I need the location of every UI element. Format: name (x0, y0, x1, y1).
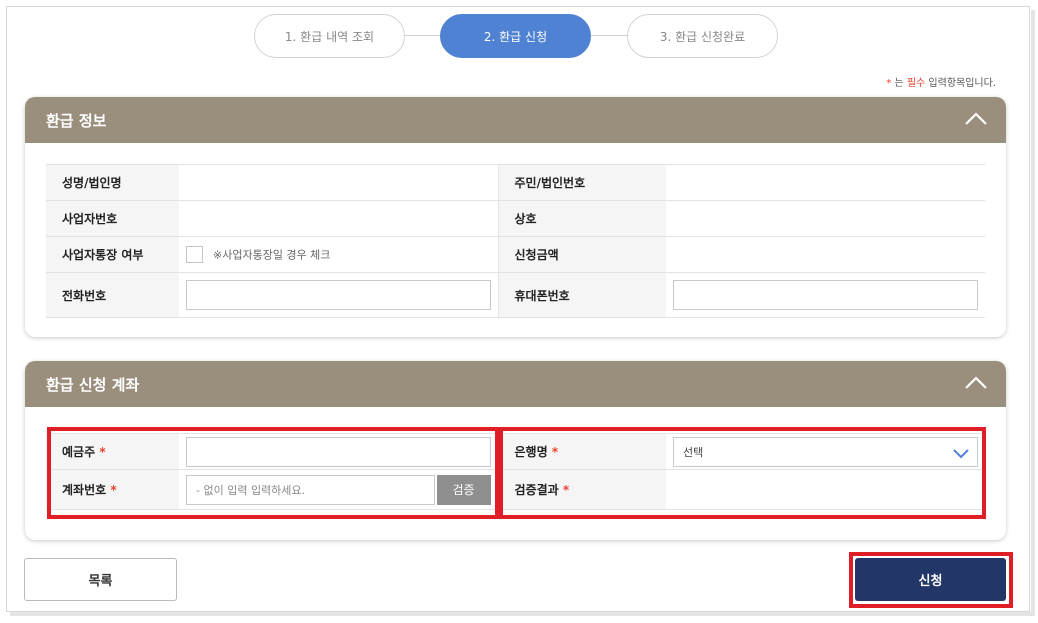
mobile-cell (666, 272, 985, 318)
name-value (179, 164, 499, 201)
trade-name-value (666, 200, 985, 237)
refund-info-header[interactable]: 환급 정보 (25, 97, 1006, 143)
step-connector (591, 35, 627, 36)
business-number-label: 사업자번호 (46, 200, 179, 237)
frame-shadow-right (1031, 10, 1035, 614)
business-account-note: ※사업자통장일 경우 체크 (213, 248, 331, 262)
frame-shadow-bottom (10, 612, 1035, 616)
table-row: 성명/법인명 주민/법인번호 (46, 164, 985, 201)
required-note-suffix: 입력항목입니다. (925, 78, 996, 89)
chevron-up-icon[interactable] (964, 373, 988, 393)
step-2-active: 2. 환급 신청 (440, 14, 591, 58)
chevron-up-icon[interactable] (964, 109, 988, 129)
refund-info-table: 성명/법인명 주민/법인번호 사업자번호 상호 사업자통장 여부 ※사업자통장일… (46, 164, 985, 318)
phone-label: 전화번호 (46, 272, 179, 318)
step-3: 3. 환급 신청완료 (627, 14, 778, 58)
trade-name-label: 상호 (498, 200, 666, 237)
refund-info-body: 성명/법인명 주민/법인번호 사업자번호 상호 사업자통장 여부 ※사업자통장일… (46, 164, 985, 318)
phone-input[interactable] (186, 280, 491, 310)
required-keyword: 필수 (906, 78, 926, 89)
refund-account-header[interactable]: 환급 신청 계좌 (25, 361, 1006, 407)
mobile-input[interactable] (673, 280, 978, 310)
refund-info-title: 환급 정보 (46, 111, 107, 130)
table-row: 전화번호 휴대폰번호 (46, 272, 985, 318)
name-label: 성명/법인명 (46, 164, 179, 201)
step-indicator: 1. 환급 내역 조회 2. 환급 신청 3. 환급 신청완료 (0, 14, 1038, 58)
refund-account-title: 환급 신청 계좌 (46, 375, 140, 394)
phone-cell (179, 272, 499, 318)
id-number-value (666, 164, 985, 201)
refund-info-panel: 환급 정보 성명/법인명 주민/법인번호 사업자번호 상호 사업자통장 여부 ※… (25, 97, 1006, 337)
requested-amount-label: 신청금액 (498, 236, 666, 273)
apply-button[interactable]: 신청 (855, 558, 1006, 601)
highlight-box-left (47, 427, 499, 519)
list-button[interactable]: 목록 (24, 558, 177, 601)
id-number-label: 주민/법인번호 (498, 164, 666, 201)
business-account-cell: ※사업자통장일 경우 체크 (179, 236, 499, 273)
requested-amount-value (666, 236, 985, 273)
table-row: 사업자통장 여부 ※사업자통장일 경우 체크 신청금액 (46, 236, 985, 273)
business-account-checkbox[interactable] (186, 246, 203, 263)
highlight-box-right (499, 427, 986, 519)
mobile-label: 휴대폰번호 (498, 272, 666, 318)
business-account-label: 사업자통장 여부 (46, 236, 179, 273)
required-fields-note: * 는 필수 입력항목입니다. (886, 74, 996, 89)
business-number-value (179, 200, 499, 237)
table-row: 사업자번호 상호 (46, 200, 985, 237)
step-connector (405, 35, 440, 36)
step-1: 1. 환급 내역 조회 (254, 14, 405, 58)
required-note-prefix: 는 (891, 78, 907, 89)
